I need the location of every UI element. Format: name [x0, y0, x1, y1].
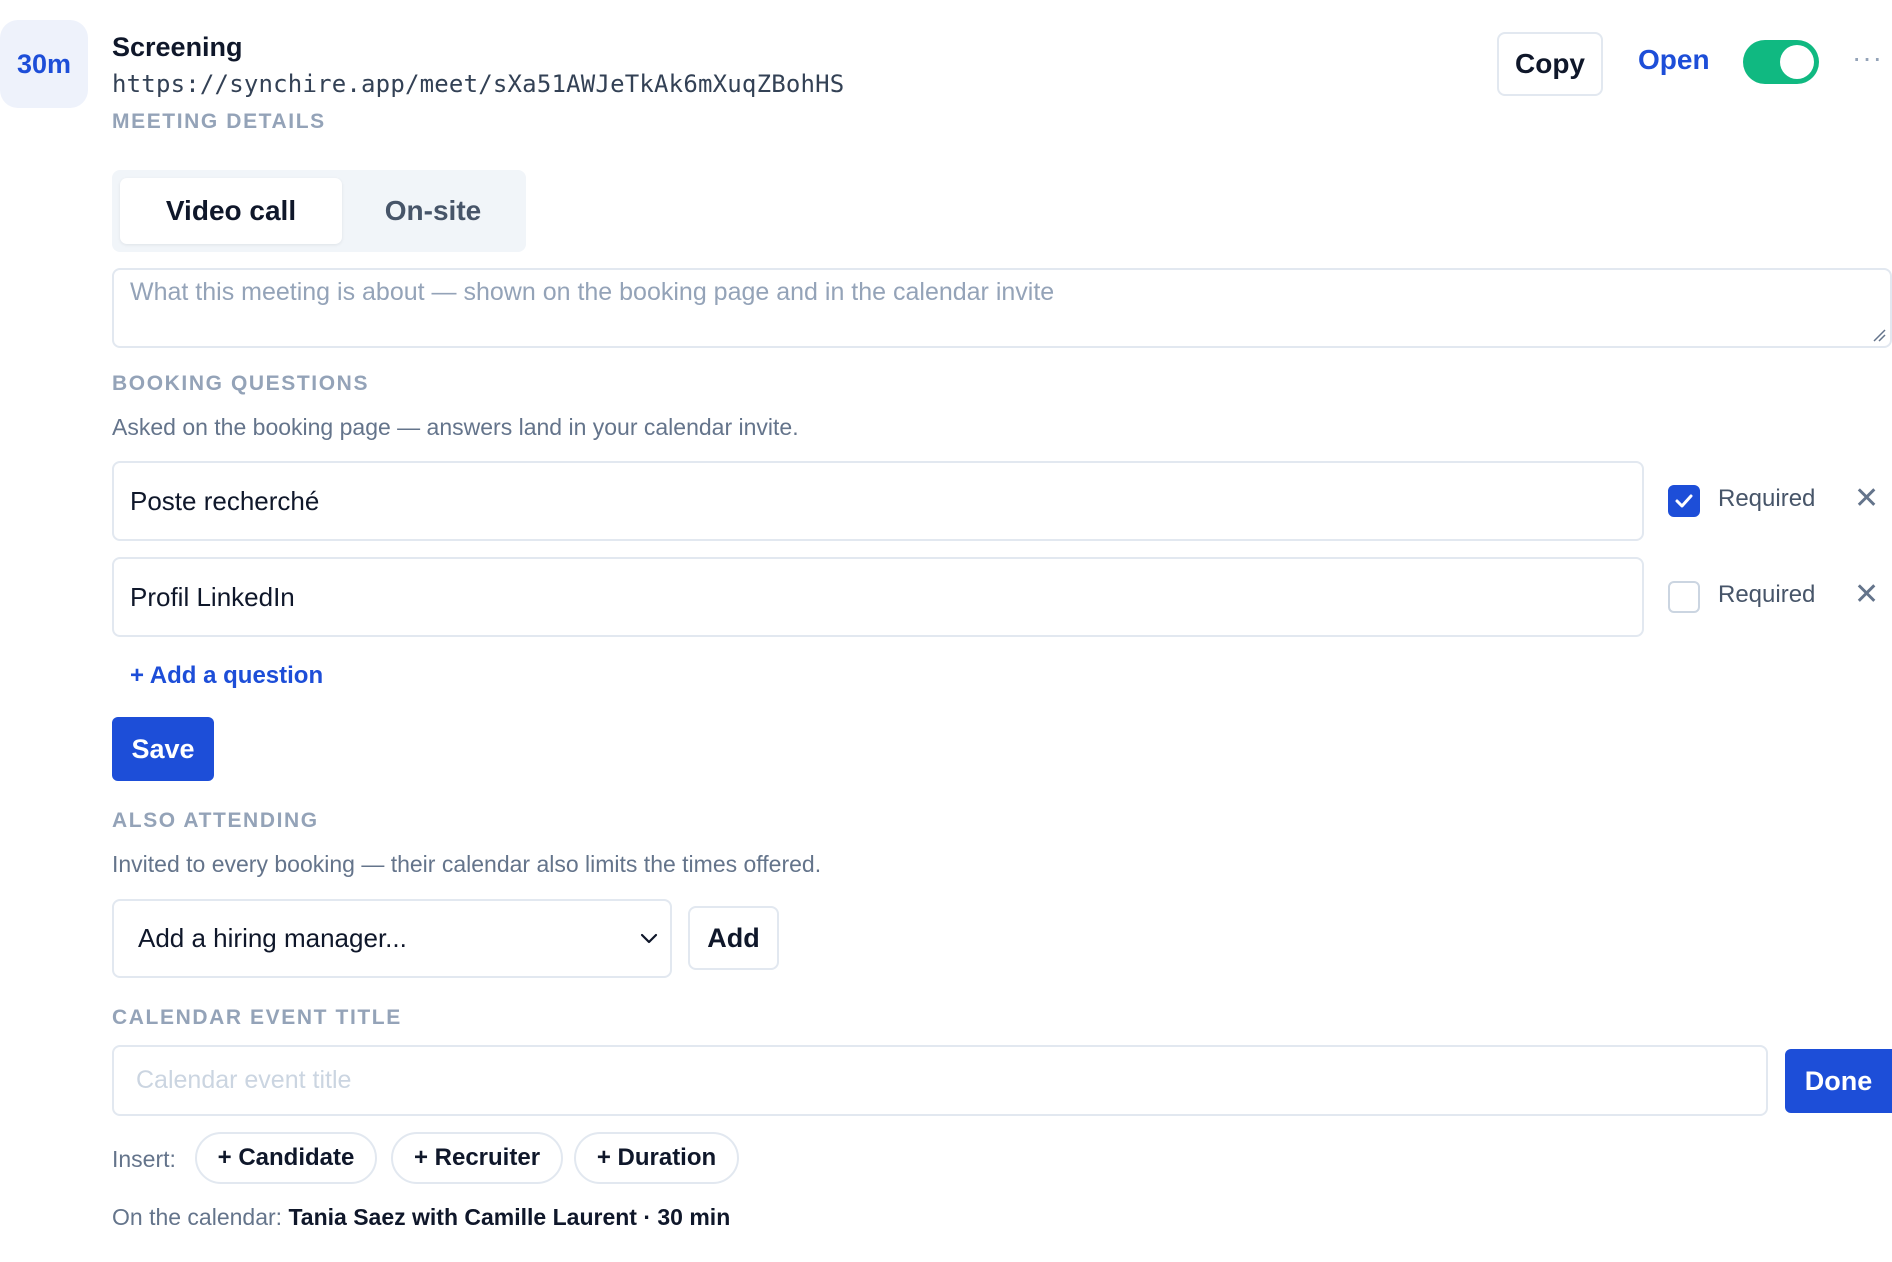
hiring-manager-select[interactable]: Add a hiring manager... — [112, 899, 672, 978]
required-checkbox[interactable] — [1668, 485, 1700, 517]
insert-duration-chip[interactable]: + Duration — [574, 1132, 739, 1184]
resize-grip-icon[interactable] — [1872, 328, 1886, 342]
add-manager-button[interactable]: Add — [688, 906, 779, 970]
question-row: Poste recherché Required ✕ — [112, 461, 1892, 541]
check-icon — [1675, 494, 1693, 508]
meeting-details-label: MEETING DETAILS — [112, 110, 326, 133]
booking-questions-description: Asked on the booking page — answers land… — [112, 414, 799, 440]
save-button[interactable]: Save — [112, 717, 214, 781]
mode-video-call[interactable]: Video call — [120, 178, 342, 244]
close-icon[interactable]: ✕ — [1854, 481, 1879, 517]
chevron-down-icon — [640, 933, 658, 944]
duration-badge: 30m — [0, 20, 88, 108]
meeting-title: Screening — [112, 32, 243, 62]
required-checkbox[interactable] — [1668, 581, 1700, 613]
enabled-toggle[interactable] — [1743, 40, 1819, 84]
add-question-link[interactable]: + Add a question — [130, 662, 323, 690]
insert-candidate-chip[interactable]: + Candidate — [195, 1132, 377, 1184]
event-title-placeholder: Calendar event title — [136, 1066, 352, 1094]
calendar-preview: On the calendar: Tania Saez with Camille… — [112, 1204, 730, 1231]
meeting-url: https://synchire.app/meet/sXa51AWJeTkAk6… — [112, 70, 845, 98]
open-link[interactable]: Open — [1638, 44, 1710, 76]
preview-value: Tania Saez with Camille Laurent · 30 min — [288, 1204, 731, 1230]
meeting-mode-switch: Video call On-site — [112, 170, 526, 252]
required-label: Required — [1718, 485, 1816, 512]
more-horizontal-icon[interactable]: ··· — [1852, 44, 1883, 72]
toggle-knob — [1780, 45, 1814, 79]
done-button[interactable]: Done — [1785, 1049, 1892, 1113]
preview-prefix: On the calendar: — [112, 1204, 283, 1230]
select-value: Add a hiring manager... — [138, 923, 407, 953]
description-placeholder: What this meeting is about — shown on th… — [130, 278, 1055, 306]
question-row: Profil LinkedIn Required ✕ — [112, 557, 1892, 637]
meeting-description-textarea[interactable]: What this meeting is about — shown on th… — [112, 268, 1892, 348]
insert-recruiter-chip[interactable]: + Recruiter — [391, 1132, 563, 1184]
also-attending-label: ALSO ATTENDING — [112, 809, 319, 832]
booking-questions-label: BOOKING QUESTIONS — [112, 372, 370, 395]
mode-on-site[interactable]: On-site — [348, 178, 518, 244]
copy-button[interactable]: Copy — [1497, 32, 1603, 96]
question-input[interactable]: Poste recherché — [112, 461, 1644, 541]
insert-label: Insert: — [112, 1146, 176, 1172]
calendar-event-title-label: CALENDAR EVENT TITLE — [112, 1006, 402, 1029]
question-input[interactable]: Profil LinkedIn — [112, 557, 1644, 637]
required-label: Required — [1718, 581, 1816, 608]
also-attending-description: Invited to every booking — their calenda… — [112, 851, 822, 877]
close-icon[interactable]: ✕ — [1854, 577, 1879, 613]
calendar-event-title-input[interactable]: Calendar event title — [112, 1045, 1768, 1116]
